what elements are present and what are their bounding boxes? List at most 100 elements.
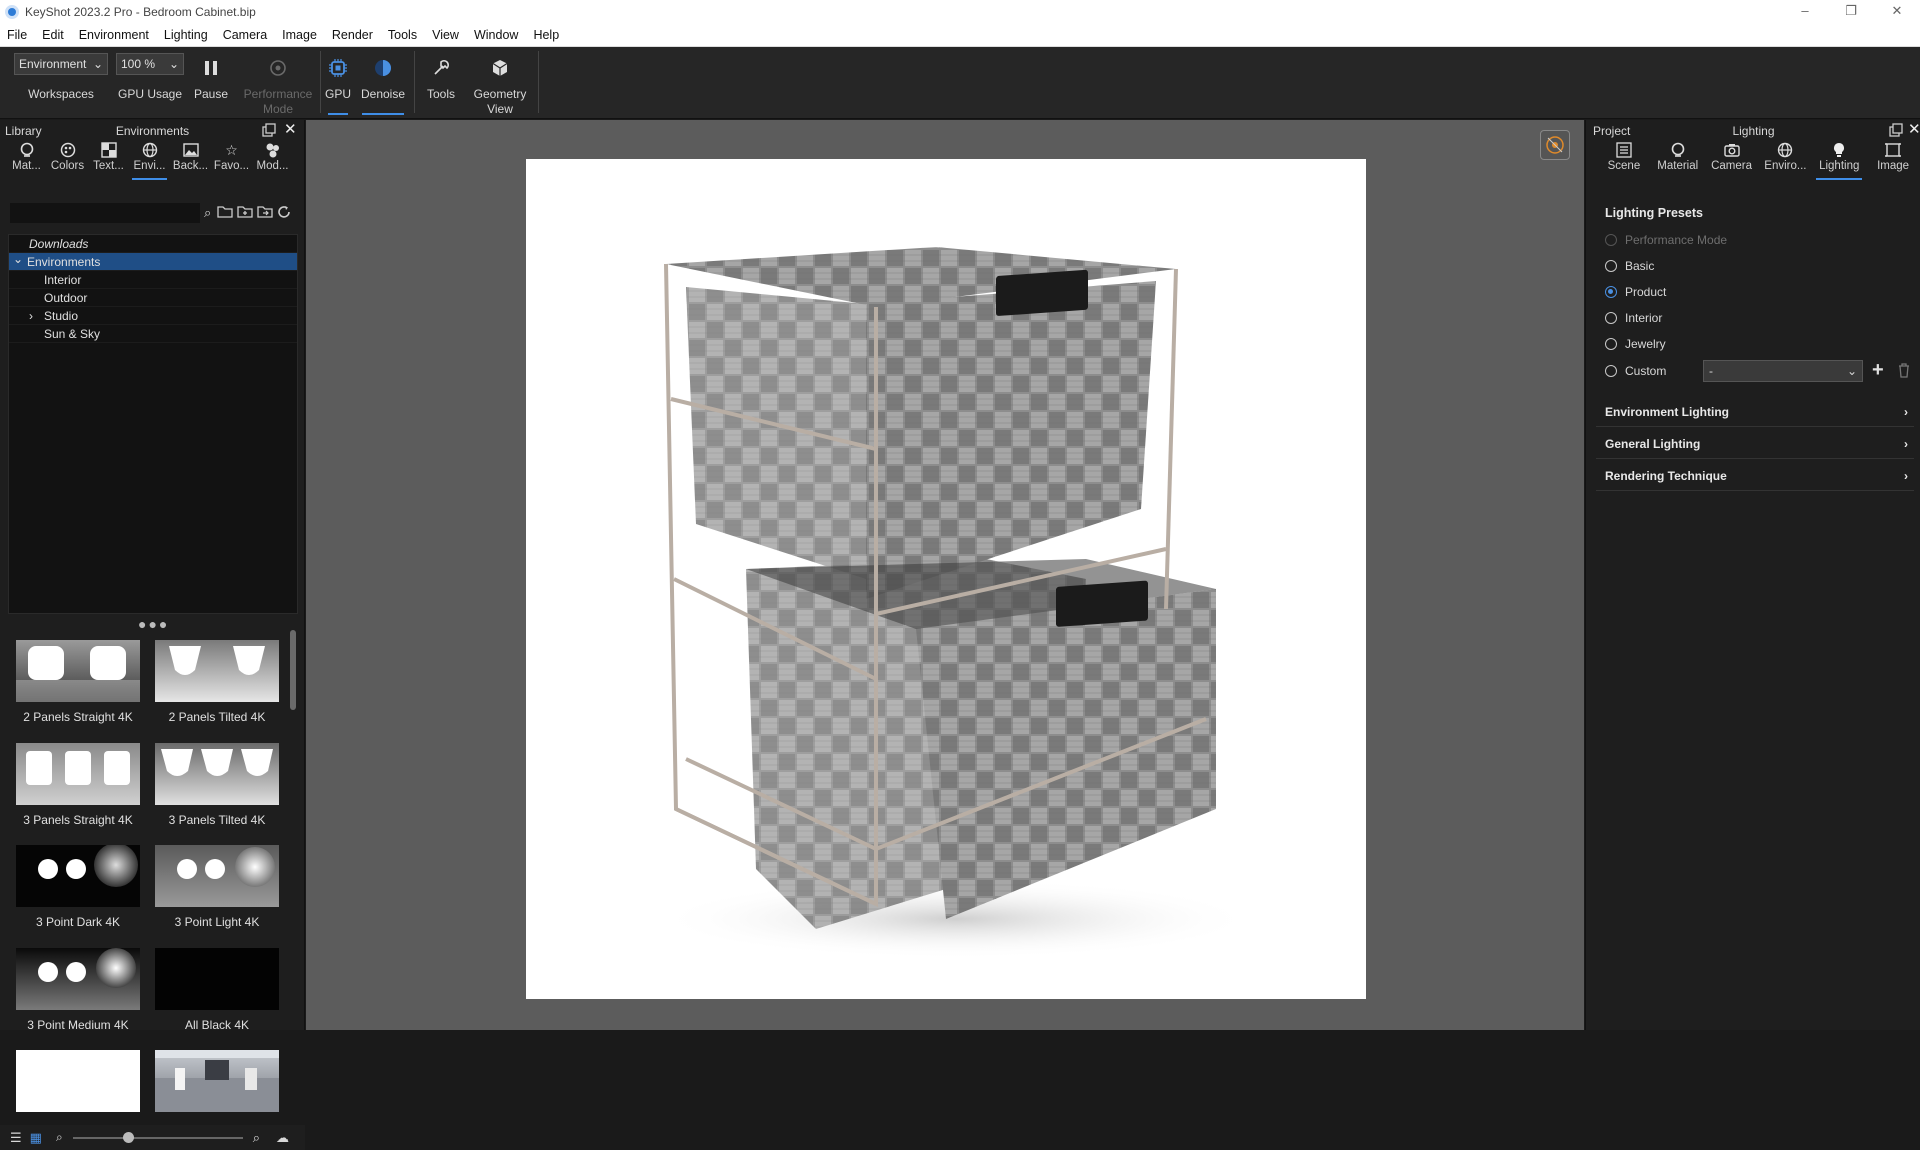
folder-icon[interactable] bbox=[217, 205, 233, 221]
tab-models[interactable]: Mod... bbox=[252, 142, 293, 178]
menu-file[interactable]: File bbox=[0, 28, 35, 42]
radio-button[interactable] bbox=[1605, 260, 1617, 272]
zoom-select[interactable]: 100 % ⌄ bbox=[116, 53, 184, 75]
thumbnail-size-slider[interactable] bbox=[72, 1131, 243, 1143]
gpu-toggle[interactable]: GPU bbox=[324, 47, 352, 119]
chevron-down-icon: ⌄ bbox=[1846, 364, 1857, 378]
env-thumbnail[interactable]: 3 Point Medium 4K bbox=[8, 938, 140, 1038]
preset-performance-mode[interactable]: Performance Mode bbox=[1605, 231, 1727, 249]
tree-item-studio[interactable]: › Studio bbox=[9, 307, 297, 325]
search-icon[interactable]: ⌕ bbox=[204, 205, 211, 221]
menu-lighting[interactable]: Lighting bbox=[157, 28, 216, 42]
preset-jewelry[interactable]: Jewelry bbox=[1605, 335, 1666, 353]
tab-label: Envi... bbox=[133, 160, 166, 172]
maximize-button[interactable]: ❐ bbox=[1828, 0, 1874, 23]
tree-item-interior[interactable]: Interior bbox=[9, 271, 297, 289]
env-thumbnail[interactable]: 3 Point Dark 4K bbox=[8, 835, 140, 935]
chevron-right-icon[interactable]: › bbox=[29, 307, 33, 325]
menu-environment[interactable]: Environment bbox=[72, 28, 157, 42]
tree-item-sun-sky[interactable]: Sun & Sky bbox=[9, 325, 297, 343]
zoom-out-icon[interactable]: ⌕ bbox=[56, 1130, 63, 1145]
radio-button[interactable] bbox=[1605, 312, 1617, 324]
radio-button[interactable] bbox=[1605, 286, 1617, 298]
cloud-upload-icon[interactable]: ☁ bbox=[276, 1130, 289, 1146]
tab-scene[interactable]: Scene bbox=[1597, 142, 1651, 178]
menu-tools[interactable]: Tools bbox=[381, 28, 425, 42]
env-thumbnail[interactable]: 3 Point Light 4K bbox=[147, 835, 279, 935]
tab-backplates[interactable]: Back... bbox=[170, 142, 211, 178]
preset-product[interactable]: Product bbox=[1605, 283, 1666, 301]
env-thumbnail[interactable]: 2 Panels Tilted 4K bbox=[147, 630, 279, 730]
tab-materials[interactable]: Mat... bbox=[6, 142, 47, 178]
tools-button[interactable]: Tools bbox=[420, 47, 462, 119]
env-thumbnail[interactable]: 3 Panels Tilted 4K bbox=[147, 733, 279, 833]
env-thumbnail[interactable]: All Black 4K bbox=[147, 938, 279, 1038]
thumbnail-scrollbar[interactable] bbox=[290, 630, 296, 710]
grid-view-icon[interactable]: ▦ bbox=[30, 1130, 42, 1146]
gpu-active-indicator bbox=[328, 113, 348, 115]
pause-button[interactable]: Pause bbox=[190, 47, 232, 119]
close-panel-icon[interactable]: ✕ bbox=[1908, 120, 1920, 138]
tree-item-outdoor[interactable]: Outdoor bbox=[9, 289, 297, 307]
section-rendering-technique[interactable]: Rendering Technique › bbox=[1596, 461, 1914, 491]
tab-image[interactable]: Image bbox=[1866, 142, 1920, 178]
chevron-down-icon[interactable]: ⌄ bbox=[13, 250, 23, 268]
zoom-in-icon[interactable]: ⌕ bbox=[253, 1130, 260, 1146]
import-folder-icon[interactable] bbox=[257, 205, 273, 221]
undock-icon[interactable] bbox=[262, 123, 276, 140]
radio-button[interactable] bbox=[1605, 234, 1617, 246]
undock-icon[interactable] bbox=[1889, 123, 1903, 140]
menu-camera[interactable]: Camera bbox=[216, 28, 275, 42]
env-thumbnail[interactable]: 2 Panels Straight 4K bbox=[8, 630, 140, 730]
preset-basic[interactable]: Basic bbox=[1605, 257, 1654, 275]
custom-preset-select[interactable]: - ⌄ bbox=[1703, 360, 1863, 382]
denoise-active-indicator bbox=[362, 113, 404, 115]
section-general-lighting[interactable]: General Lighting › bbox=[1596, 429, 1914, 459]
menu-image[interactable]: Image bbox=[275, 28, 325, 42]
tab-camera[interactable]: Camera bbox=[1705, 142, 1759, 178]
close-window-button[interactable]: ✕ bbox=[1874, 0, 1920, 23]
menu-edit[interactable]: Edit bbox=[35, 28, 72, 42]
close-panel-icon[interactable]: ✕ bbox=[284, 120, 297, 138]
section-label: General Lighting bbox=[1605, 436, 1701, 451]
preset-interior[interactable]: Interior bbox=[1605, 309, 1662, 327]
tab-environments[interactable]: Envi... bbox=[129, 142, 170, 180]
minimize-button[interactable]: – bbox=[1782, 0, 1828, 23]
studio-gizmo-icon[interactable] bbox=[1540, 130, 1570, 160]
performance-mode-button[interactable]: Performance Mode bbox=[240, 47, 316, 119]
tab-lighting[interactable]: Lighting bbox=[1812, 142, 1866, 180]
menu-window[interactable]: Window bbox=[467, 28, 526, 42]
material-ball-icon bbox=[1670, 142, 1686, 160]
denoise-toggle[interactable]: Denoise bbox=[358, 47, 408, 119]
radio-button[interactable] bbox=[1605, 338, 1617, 350]
tab-textures[interactable]: Text... bbox=[88, 142, 129, 178]
geometry-view-button[interactable]: Geometry View bbox=[468, 47, 532, 119]
preset-custom[interactable]: Custom bbox=[1605, 362, 1666, 380]
tree-item-label: Interior bbox=[44, 273, 82, 287]
slider-handle[interactable] bbox=[122, 1131, 134, 1143]
tab-environment[interactable]: Enviro... bbox=[1758, 142, 1812, 178]
env-thumbnail[interactable] bbox=[147, 1040, 279, 1118]
tree-item-downloads[interactable]: Downloads bbox=[9, 235, 297, 253]
env-thumbnail[interactable]: 3 Panels Straight 4K bbox=[8, 733, 140, 833]
list-view-icon[interactable]: ☰ bbox=[10, 1130, 22, 1146]
env-thumbnail[interactable] bbox=[8, 1040, 140, 1118]
menu-render[interactable]: Render bbox=[325, 28, 381, 42]
render-viewport[interactable] bbox=[306, 120, 1584, 1030]
tree-item-environments[interactable]: ⌄ Environments bbox=[9, 250, 297, 271]
chevron-down-icon: ⌄ bbox=[168, 57, 179, 71]
workspace-select[interactable]: Environment ⌄ bbox=[14, 53, 108, 75]
trash-icon[interactable] bbox=[1897, 362, 1911, 381]
add-preset-icon[interactable]: + bbox=[1872, 359, 1884, 382]
tab-favorites[interactable]: ☆ Favo... bbox=[211, 142, 252, 178]
library-search-input[interactable] bbox=[10, 203, 200, 223]
add-folder-icon[interactable] bbox=[237, 205, 253, 221]
section-environment-lighting[interactable]: Environment Lighting › bbox=[1596, 397, 1914, 427]
tab-material[interactable]: Material bbox=[1651, 142, 1705, 178]
project-tabs: Scene Material Camera Enviro... Lighting… bbox=[1586, 142, 1920, 180]
menu-help[interactable]: Help bbox=[526, 28, 567, 42]
refresh-icon[interactable] bbox=[277, 205, 291, 222]
radio-button[interactable] bbox=[1605, 365, 1617, 377]
menu-view[interactable]: View bbox=[425, 28, 467, 42]
tab-colors[interactable]: Colors bbox=[47, 142, 88, 178]
